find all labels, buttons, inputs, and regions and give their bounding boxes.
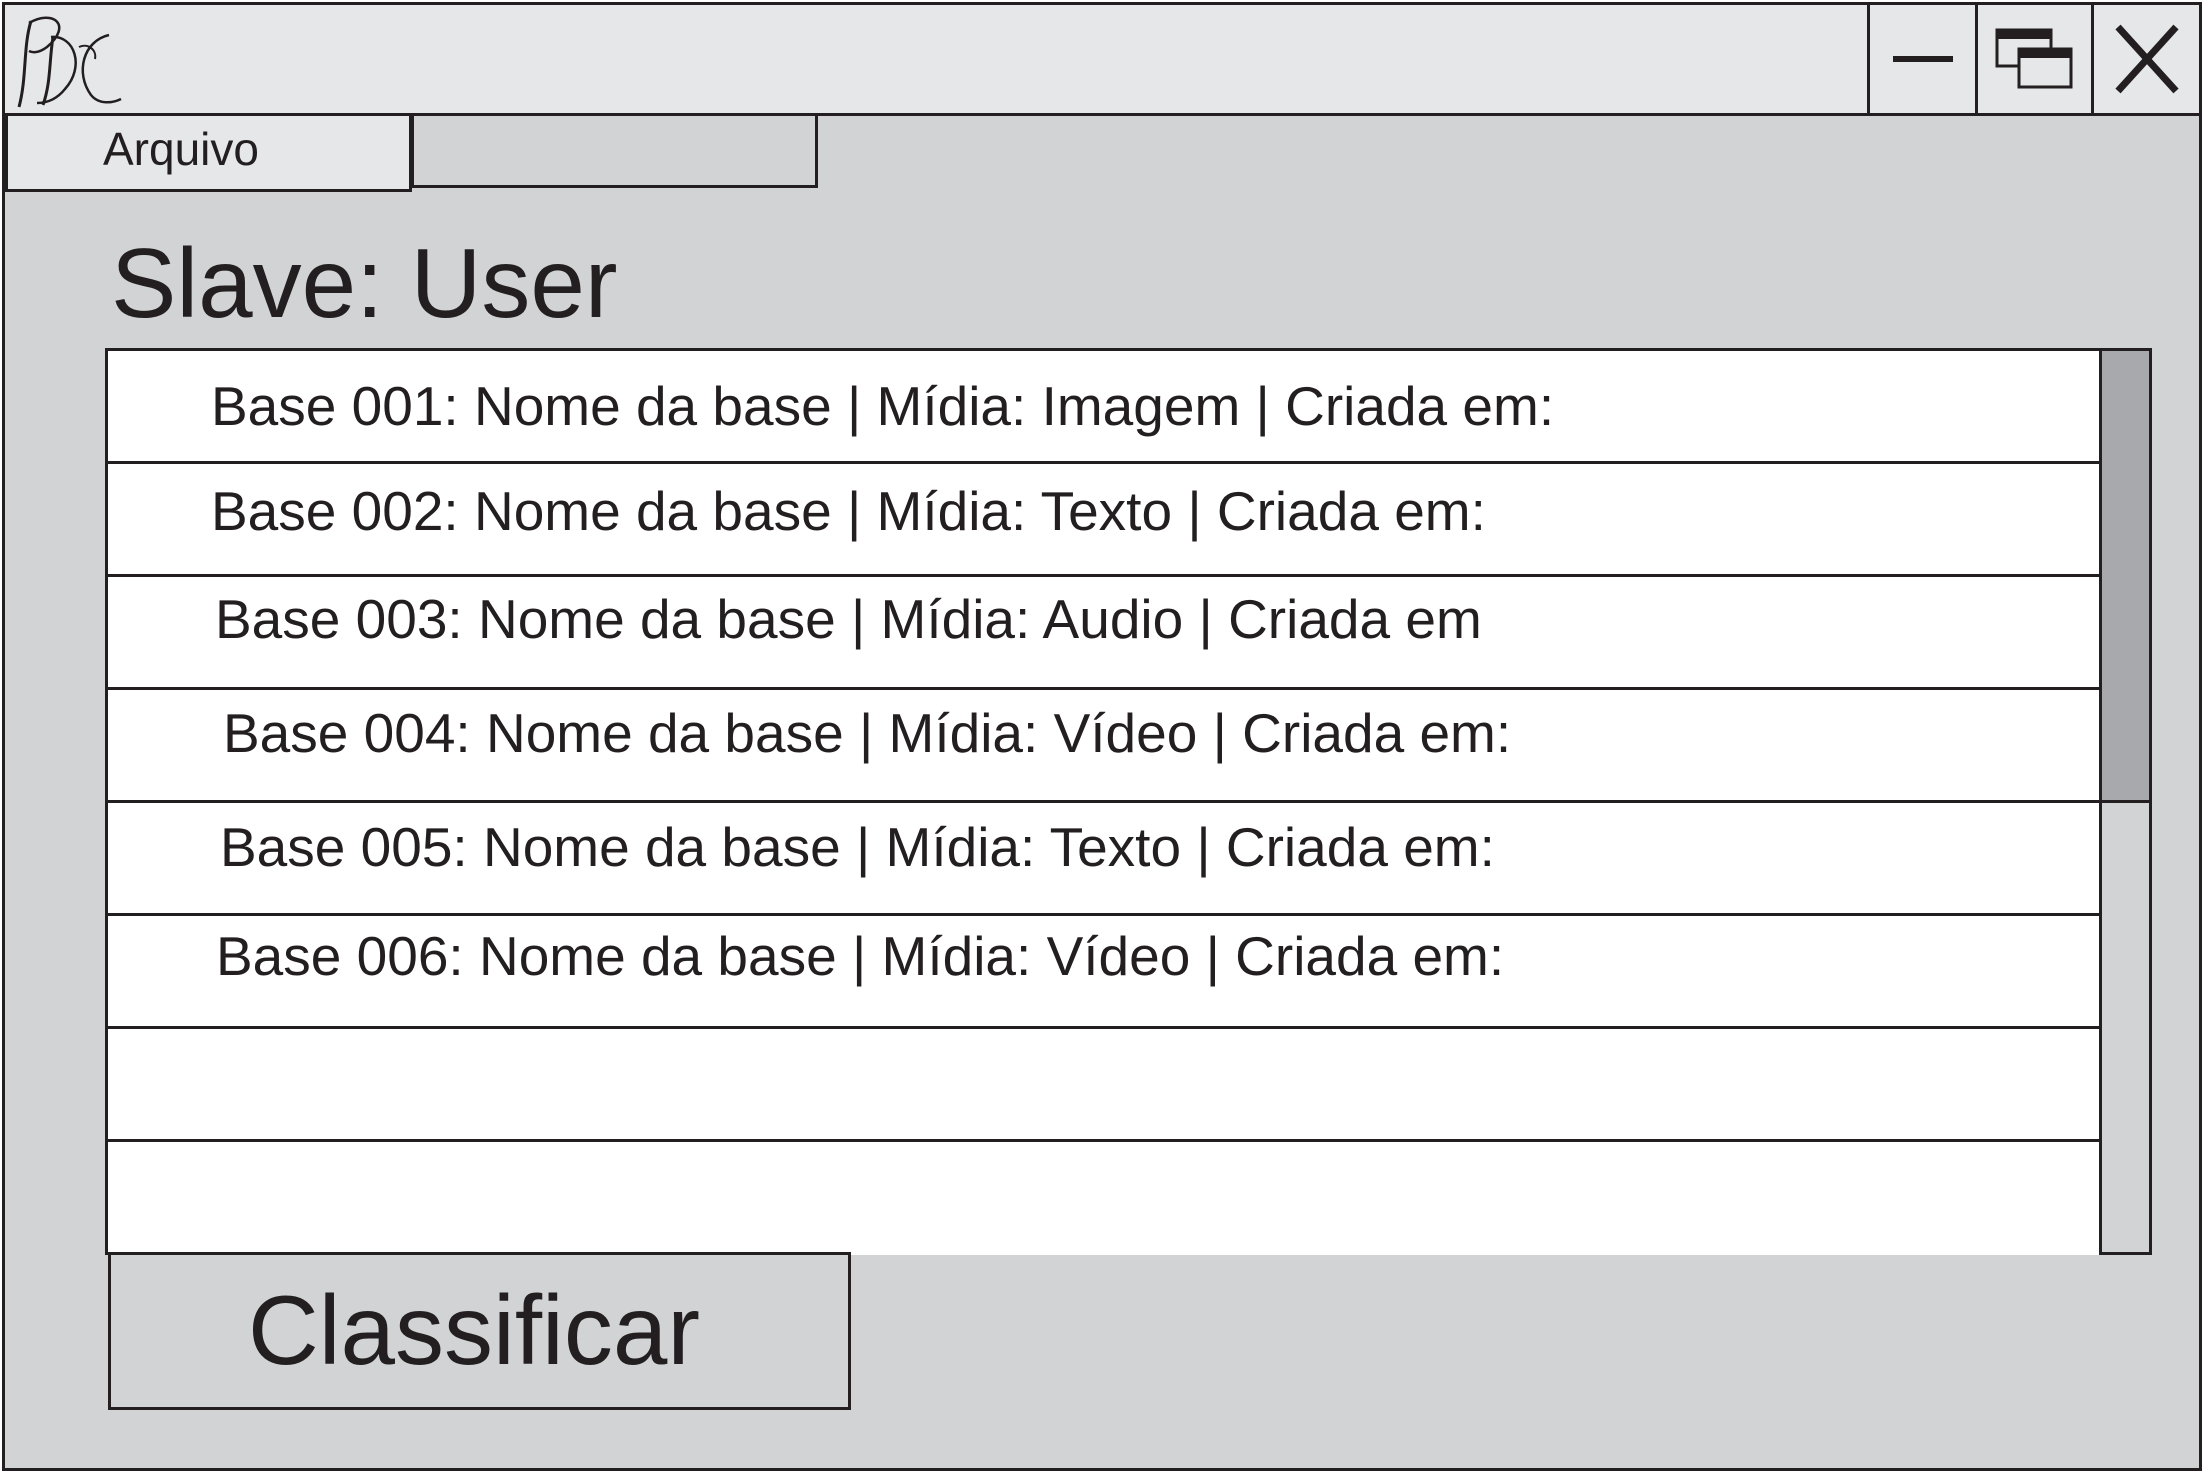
title-bar[interactable] <box>5 5 2199 116</box>
menu-item-empty[interactable] <box>411 116 818 188</box>
list-item-label: Base 006: Nome da base | Mídia: Vídeo | … <box>216 925 1505 987</box>
bases-list[interactable]: Base 001: Nome da base | Mídia: Imagem |… <box>105 348 2152 1255</box>
classify-button[interactable]: Classificar <box>108 1252 851 1410</box>
list-item[interactable]: Base 006: Nome da base | Mídia: Vídeo | … <box>108 916 2099 1029</box>
list-item[interactable]: Base 001: Nome da base | Mídia: Imagem |… <box>108 351 2099 464</box>
close-button[interactable] <box>2091 5 2199 113</box>
minimize-icon <box>1892 56 1953 62</box>
list-item[interactable] <box>108 1029 2099 1142</box>
pdc-logo-icon <box>17 16 122 108</box>
list-item-label: Base 003: Nome da base | Mídia: Audio | … <box>215 588 1482 650</box>
menu-arquivo[interactable]: Arquivo <box>5 116 412 192</box>
list-item[interactable]: Base 005: Nome da base | Mídia: Texto | … <box>108 803 2099 916</box>
list-item[interactable]: Base 002: Nome da base | Mídia: Texto | … <box>108 464 2099 577</box>
list-item-label: Base 005: Nome da base | Mídia: Texto | … <box>220 816 1495 878</box>
close-icon <box>2114 24 2179 94</box>
app-window: Arquivo Slave: User Base 001: Nome da ba… <box>2 2 2202 1471</box>
vertical-scrollbar[interactable] <box>2099 348 2152 1255</box>
page-title: Slave: User <box>111 228 618 338</box>
list-item[interactable]: Base 003: Nome da base | Mídia: Audio | … <box>108 577 2099 690</box>
list-item-label: Base 002: Nome da base | Mídia: Texto | … <box>211 480 1486 542</box>
maximize-button[interactable] <box>1975 5 2091 113</box>
restore-windows-icon <box>1995 28 2072 89</box>
list-item-label: Base 001: Nome da base | Mídia: Imagem |… <box>211 375 1555 437</box>
minimize-button[interactable] <box>1867 5 1975 113</box>
list-item[interactable] <box>108 1142 2099 1255</box>
list-item[interactable]: Base 004: Nome da base | Mídia: Vídeo | … <box>108 690 2099 803</box>
list-item-label: Base 004: Nome da base | Mídia: Vídeo | … <box>223 702 1512 764</box>
scrollbar-thumb[interactable] <box>2102 351 2149 803</box>
